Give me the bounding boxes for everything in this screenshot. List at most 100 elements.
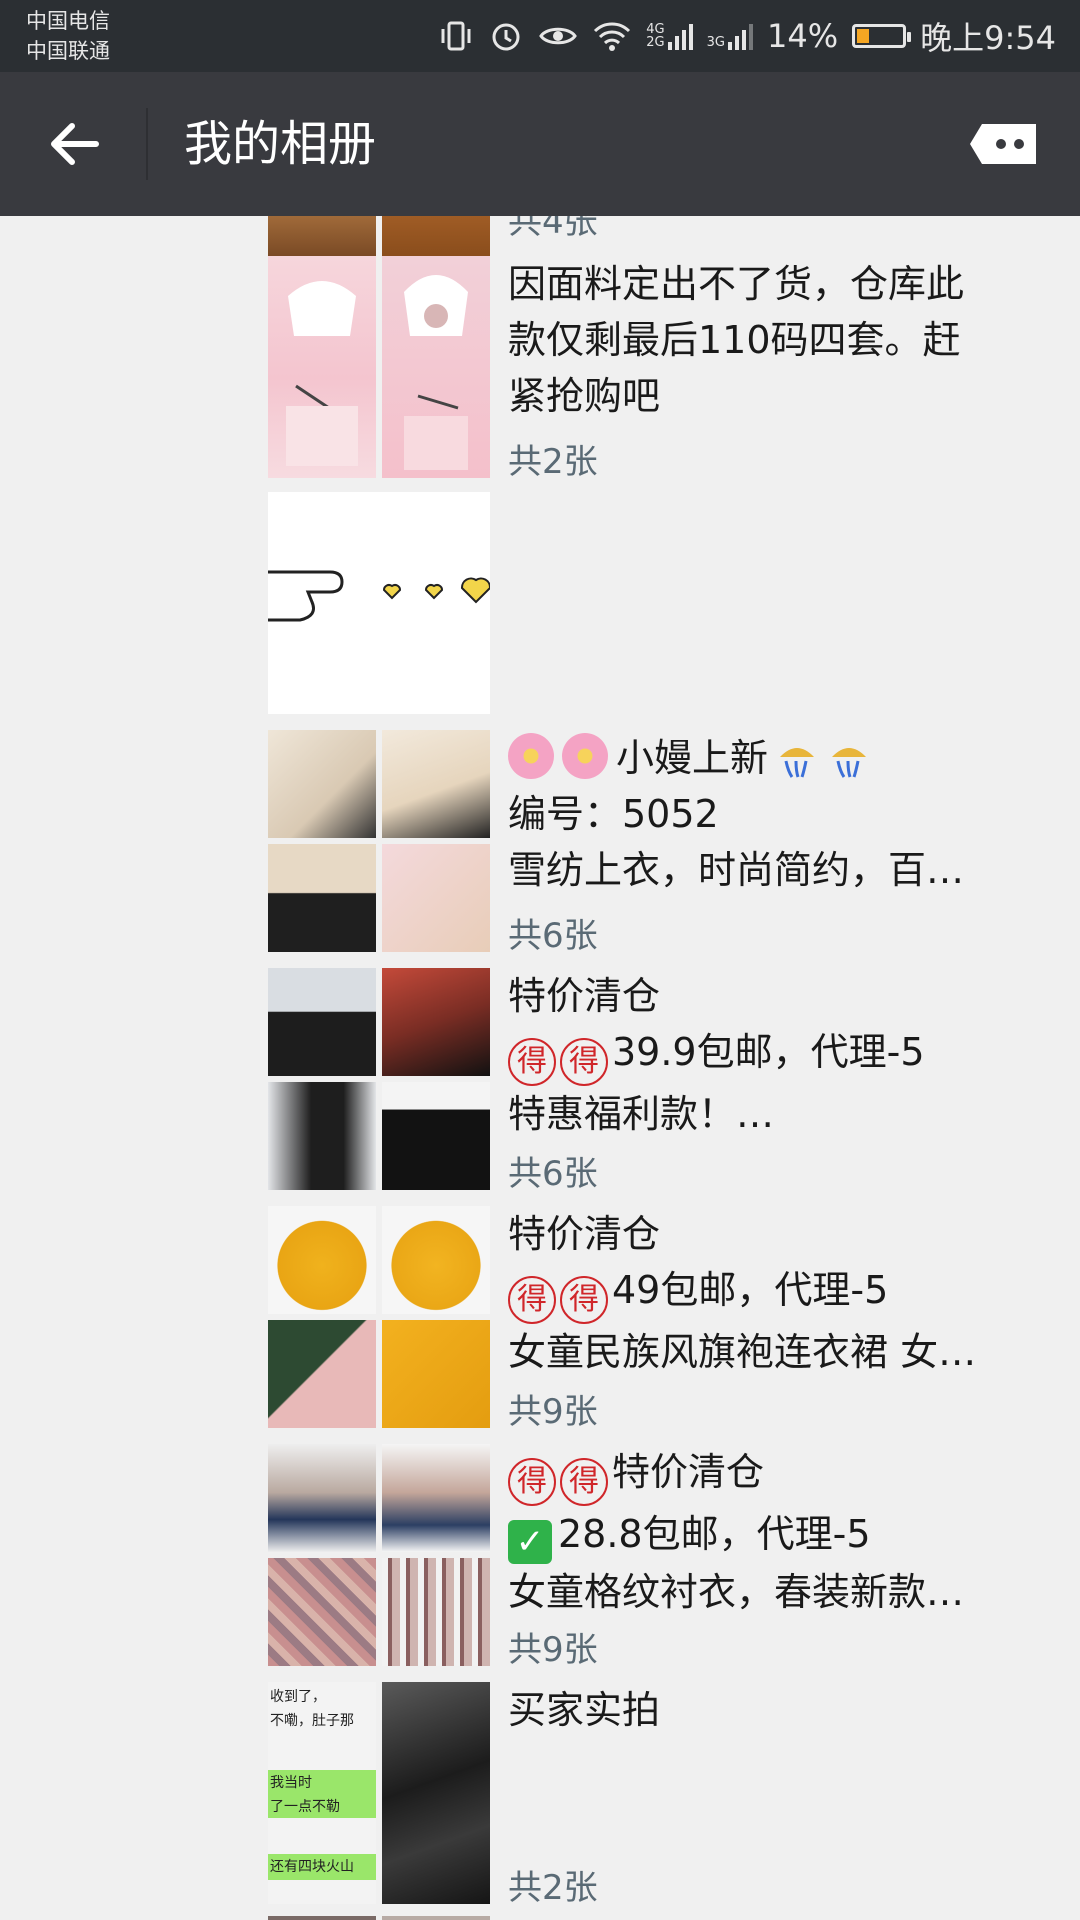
carrier-1: 中国电信 [26,9,110,33]
chat-bubble: 还有四块火山 [268,1854,376,1880]
battery-percent: 14% [767,17,839,55]
title-bar: 我的相册 [0,72,1080,216]
photo-thumbnail[interactable] [382,730,490,838]
album-entry[interactable]: 得得特价清仓 ✓ 28.8包邮，代理-5 女童格纹衬衣，春装新款… 共9张 [268,1444,1058,1670]
album-entry[interactable]: 收到了， 不嘞，肚子那 我当时 了一点不勒 还有四块火山 买家实拍 共2张 [268,1682,1058,1908]
entry-line: 女童格纹衬衣，春装新款… [508,1570,965,1614]
party-popper-icon [832,748,867,778]
entry-text: 小嫚上新 编号：5052 雪纺上衣，时尚简约，百… [508,730,1068,898]
photo-thumbnail[interactable] [268,1916,376,1920]
battery-icon [852,24,912,48]
photo-thumbnail[interactable] [268,1082,376,1190]
photo-thumbnail[interactable] [382,1916,490,1920]
flower-icon [562,733,608,779]
photo-thumbnail[interactable] [268,1444,376,1552]
photo-thumbnail[interactable] [382,216,490,256]
party-popper-icon [780,748,815,778]
de-badge-icon: 得 [560,1458,608,1506]
photo-thumbnail[interactable] [268,1558,376,1666]
de-badge-icon: 得 [560,1276,608,1324]
entry-line: 得得 49包邮，代理-5 [508,1262,1068,1324]
photo-thumbnail[interactable] [382,1082,490,1190]
carrier-2: 中国联通 [26,39,110,63]
photo-count: 共2张 [508,1868,598,1908]
entry-line: 得得特价清仓 [508,1444,1068,1506]
more-dots-icon [970,124,1036,164]
photo-thumbnail[interactable] [382,1444,490,1552]
signal-2-icon: 3G [707,22,753,50]
entry-line: 编号：5052 [508,792,719,836]
album-entry[interactable] [268,1916,1058,1920]
photo-thumbnail[interactable] [382,1682,490,1904]
alarm-icon [488,18,524,54]
chat-bubble: 我当时 [268,1770,376,1796]
carrier-info: 中国电信 中国联通 [26,6,110,66]
photo-thumbnail[interactable] [382,844,490,952]
photo-thumbnail[interactable] [382,1320,490,1428]
entry-line: 特价清仓 [508,974,661,1018]
photo-thumbnail[interactable] [382,1558,490,1666]
de-badge-icon: 得 [508,1276,556,1324]
album-entry[interactable] [268,492,1058,714]
clock: 晚上9:54 [920,19,1056,57]
wifi-icon [592,18,632,54]
album-entry[interactable]: 共4张 [268,216,1058,256]
checkmark-icon: ✓ [508,1520,552,1564]
signal-1-icon: 4G 2G [646,22,693,50]
entry-line: 小嫚上新 [508,730,1068,786]
photo-thumbnail[interactable] [268,730,376,838]
vibrate-icon [438,18,474,54]
photo-count: 共4张 [508,216,598,242]
album-entry[interactable]: 因面料定出不了货，仓库此 款仅剩最后110码四套。赶 紧抢购吧 共2张 [268,256,1058,482]
photo-count: 共2张 [508,442,598,482]
album-list[interactable]: 共4张 因面料定出不了货，仓库此 款仅剩最后110码四套。赶 紧抢购吧 共2张 [0,216,1080,1920]
photo-thumbnail[interactable] [268,844,376,952]
page-title: 我的相册 [184,116,377,172]
eye-icon [538,18,578,54]
de-badge-icon: 得 [508,1038,556,1086]
photo-thumbnail[interactable] [382,968,490,1076]
photo-count: 共6张 [508,1154,598,1194]
entry-line: 紧抢购吧 [508,374,661,418]
entry-text: 买家实拍 [508,1682,1068,1738]
status-icons: 4G 2G 3G 14% 晚上9:54 [438,0,1056,72]
entry-line: 因面料定出不了货，仓库此 [508,262,965,306]
photo-thumbnail[interactable] [382,256,490,478]
photo-thumbnail[interactable] [268,1206,376,1314]
entry-line: 得得 39.9包邮，代理-5 [508,1024,1068,1086]
photo-thumbnail[interactable] [268,492,490,714]
entry-line: 买家实拍 [508,1688,661,1732]
de-badge-icon: 得 [560,1038,608,1086]
more-button[interactable] [968,120,1040,168]
entry-line: ✓ 28.8包邮，代理-5 [508,1506,1068,1564]
chat-bubble: 不嘞，肚子那 [270,1713,354,1729]
photo-thumbnail[interactable] [268,216,376,256]
entry-line: 款仅剩最后110码四套。赶 [508,318,961,362]
entry-text: 特价清仓 得得 39.9包邮，代理-5 特惠福利款！… [508,968,1068,1142]
photo-count: 共6张 [508,916,598,956]
status-bar: 中国电信 中国联通 4G 2G 3G 14% 晚上9:54 [0,0,1080,72]
back-button[interactable] [42,112,106,176]
entry-line: 特价清仓 [508,1212,661,1256]
de-badge-icon: 得 [508,1458,556,1506]
entry-text: 因面料定出不了货，仓库此 款仅剩最后110码四套。赶 紧抢购吧 [508,256,1068,424]
entry-line: 女童民族风旗袍连衣裙 女… [508,1330,977,1374]
album-entry[interactable]: 特价清仓 得得 39.9包邮，代理-5 特惠福利款！… 共6张 [268,968,1058,1194]
photo-thumbnail[interactable] [268,968,376,1076]
photo-thumbnail[interactable] [268,256,376,478]
entry-line: 特惠福利款！… [508,1092,775,1136]
photo-count: 共9张 [508,1630,598,1670]
flower-icon [508,733,554,779]
album-entry[interactable]: 小嫚上新 编号：5052 雪纺上衣，时尚简约，百… 共6张 [268,730,1058,956]
entry-text: 得得特价清仓 ✓ 28.8包邮，代理-5 女童格纹衬衣，春装新款… [508,1444,1068,1620]
chat-bubble: 了一点不勒 [268,1796,376,1818]
photo-thumbnail[interactable] [268,1320,376,1428]
photo-thumbnail[interactable] [382,1206,490,1314]
back-arrow-icon [51,123,99,165]
photo-count: 共9张 [508,1392,598,1432]
title-divider [146,108,148,180]
entry-line: 雪纺上衣，时尚简约，百… [508,848,965,892]
album-entry[interactable]: 特价清仓 得得 49包邮，代理-5 女童民族风旗袍连衣裙 女… 共9张 [268,1206,1058,1432]
entry-text: 特价清仓 得得 49包邮，代理-5 女童民族风旗袍连衣裙 女… [508,1206,1068,1380]
photo-thumbnail[interactable]: 收到了， 不嘞，肚子那 我当时 了一点不勒 还有四块火山 [268,1682,376,1904]
